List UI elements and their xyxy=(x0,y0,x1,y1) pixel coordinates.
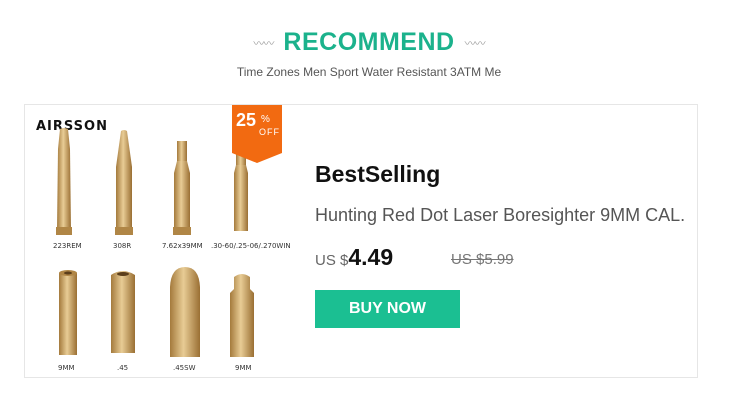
title-row: 〰〰 RECOMMEND 〰〰 xyxy=(0,28,738,57)
recommend-header: 〰〰 RECOMMEND 〰〰 Time Zones Men Sport Wat… xyxy=(0,28,738,79)
caption-5: 9MM xyxy=(58,364,75,372)
bullet-9mm-b xyxy=(225,271,259,359)
bullet-45sw xyxy=(166,265,204,361)
bullet-223rem xyxy=(51,127,77,237)
caption-6: .45 xyxy=(117,364,129,372)
bullet-45 xyxy=(107,265,139,361)
buy-now-button[interactable]: BUY NOW xyxy=(315,290,460,328)
price-row: US $4.49 xyxy=(315,244,393,271)
discount-value: 25 xyxy=(236,110,257,130)
bestselling-label: BestSelling xyxy=(315,161,441,187)
product-image[interactable]: AIRSSON 223REM 308R 7.62x39MM .30-60/.25… xyxy=(25,105,297,377)
section-title: RECOMMEND xyxy=(283,28,455,56)
bullet-9mm-a xyxy=(54,265,82,361)
discount-badge: 25 % OFF xyxy=(232,105,282,163)
section-subtitle[interactable]: Time Zones Men Sport Water Resistant 3AT… xyxy=(0,65,738,79)
product-name[interactable]: Hunting Red Dot Laser Boresighter 9MM CA… xyxy=(315,205,685,226)
caption-7: .45SW xyxy=(173,364,196,372)
discount-off: OFF xyxy=(259,127,280,137)
current-price: 4.49 xyxy=(348,244,394,270)
bullet-762x39 xyxy=(167,139,197,237)
caption-4: .30-60/.25-06/.270WIN xyxy=(211,242,291,250)
caption-3: 7.62x39MM xyxy=(162,242,203,250)
left-decoration: 〰〰 xyxy=(253,36,274,50)
caption-2: 308R xyxy=(113,242,132,250)
original-price: US $5.99 xyxy=(451,251,514,268)
discount-percent: % xyxy=(261,114,270,125)
product-card[interactable]: AIRSSON 223REM 308R 7.62x39MM .30-60/.25… xyxy=(24,104,698,378)
caption-1: 223REM xyxy=(53,242,82,250)
currency-label: US $ xyxy=(315,252,349,269)
caption-8: 9MM xyxy=(235,364,252,372)
bullet-308r xyxy=(109,129,139,237)
right-decoration: 〰〰 xyxy=(464,36,486,50)
